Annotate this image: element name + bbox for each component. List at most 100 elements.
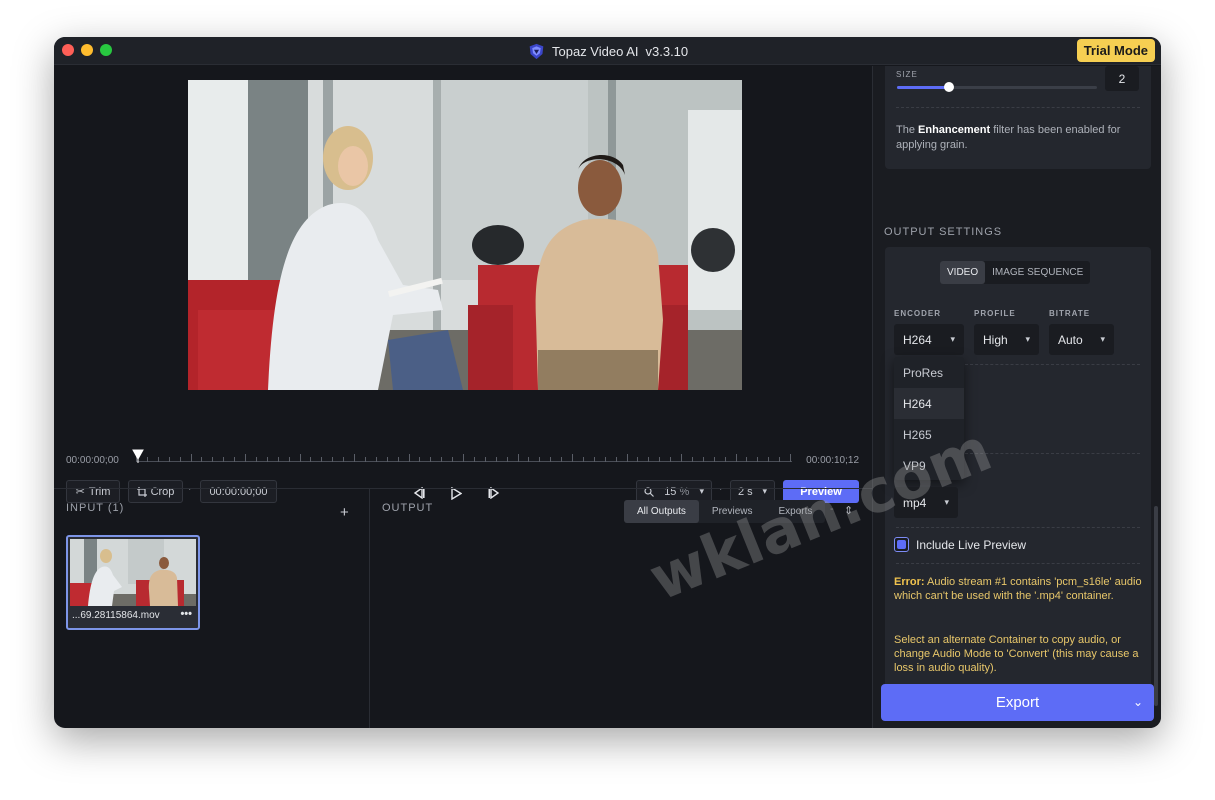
size-label: SIZE	[896, 70, 918, 79]
ruler-tick	[485, 457, 486, 462]
export-button[interactable]: Export ⌄	[881, 684, 1154, 721]
ruler-tick	[147, 457, 148, 462]
input-panel: INPUT (1) + ...69.28115864.mov •••	[54, 489, 369, 728]
ruler-tick	[419, 457, 420, 462]
encoder-option-h265[interactable]: H265	[894, 419, 964, 450]
audio-error-message: Error: Audio stream #1 contains 'pcm_s16…	[894, 575, 1142, 603]
ruler-tick	[594, 457, 595, 462]
card-separator	[965, 364, 1140, 365]
encoder-option-prores[interactable]: ProRes	[894, 357, 964, 388]
input-file-card[interactable]: ...69.28115864.mov •••	[66, 535, 200, 630]
ruler-tick	[169, 457, 170, 462]
input-panel-title: INPUT (1)	[66, 502, 125, 514]
size-slider[interactable]	[897, 82, 1097, 92]
playhead-handle[interactable]	[132, 449, 144, 463]
encoder-option-vp9[interactable]: VP9	[894, 450, 964, 481]
ruler-tick	[452, 457, 453, 462]
tab-previews[interactable]: Previews	[699, 500, 766, 523]
ruler-tick	[539, 457, 540, 462]
container-select[interactable]: mp4 ▾	[894, 487, 958, 518]
minimize-window-button[interactable]	[81, 44, 93, 56]
checkbox-check-mark	[897, 540, 906, 549]
video-frame-image	[188, 80, 742, 390]
window-title: Topaz Video AI v3.3.10	[528, 43, 688, 59]
encoder-option-h264[interactable]: H264	[894, 388, 964, 419]
sort-icon[interactable]: ⇕	[844, 504, 853, 517]
ruler-tick	[670, 457, 671, 462]
bitrate-select[interactable]: Auto ▾	[1049, 324, 1114, 355]
tab-image-sequence[interactable]: IMAGE SEQUENCE	[985, 261, 1090, 284]
output-panel: OUTPUT All Outputs Previews Exports - ⇕	[370, 489, 872, 728]
sidebar-scrollbar[interactable]	[1154, 506, 1158, 706]
topaz-logo-icon	[529, 43, 544, 59]
ruler-tick	[627, 454, 628, 462]
size-slider-knob[interactable]	[944, 82, 954, 92]
trial-mode-badge[interactable]: Trial Mode	[1076, 39, 1155, 62]
ruler-tick	[201, 457, 202, 462]
encoder-value: H264	[903, 332, 932, 347]
bitrate-label: BITRATE	[1049, 309, 1091, 318]
encoder-select[interactable]: H264 ▾	[894, 324, 964, 355]
live-preview-row[interactable]: Include Live Preview	[894, 537, 1026, 552]
input-thumbnail	[70, 539, 196, 606]
zoom-window-button[interactable]	[100, 44, 112, 56]
enhancement-note: The Enhancement filter has been enabled …	[896, 123, 1136, 153]
note-prefix: The	[896, 124, 919, 136]
output-panel-title: OUTPUT	[382, 502, 434, 514]
output-settings-title: OUTPUT SETTINGS	[884, 226, 1003, 238]
output-tabs-separator: -	[830, 503, 834, 515]
bitrate-value: Auto	[1058, 332, 1083, 347]
timeline-start-time: 00:00:00;00	[66, 455, 119, 466]
ruler-tick	[376, 457, 377, 462]
more-options-icon[interactable]: •••	[180, 608, 192, 620]
close-window-button[interactable]	[62, 44, 74, 56]
ruler-tick	[430, 457, 431, 462]
chevron-down-icon[interactable]: ⌄	[1133, 695, 1143, 709]
chevron-down-icon: ▾	[1100, 334, 1105, 344]
card-separator	[965, 453, 1140, 454]
ruler-tick	[583, 457, 584, 462]
ruler-tick	[387, 457, 388, 462]
ruler-tick	[409, 454, 410, 462]
ruler-tick	[746, 457, 747, 462]
ruler-tick	[332, 457, 333, 462]
ruler-tick	[321, 457, 322, 462]
ruler-tick	[310, 457, 311, 462]
ruler-tick	[234, 457, 235, 462]
ruler-tick	[659, 457, 660, 462]
ruler-tick	[725, 457, 726, 462]
video-preview-frame	[188, 80, 742, 390]
note-bold: Enhancement	[918, 124, 991, 136]
ruler-tick	[790, 454, 791, 462]
output-settings-card: VIDEO IMAGE SEQUENCE ENCODER PROFILE BIT…	[885, 247, 1151, 691]
app-name: Topaz Video AI	[552, 43, 639, 59]
tab-exports[interactable]: Exports	[766, 500, 826, 523]
export-label: Export	[995, 694, 1040, 711]
ruler-tick	[158, 457, 159, 462]
ruler-tick	[223, 457, 224, 462]
size-value-field[interactable]: 2	[1105, 66, 1139, 91]
grain-settings-card: SIZE 2 The Enhancement filter has been e…	[885, 66, 1151, 169]
ruler-tick	[245, 454, 246, 462]
output-mode-tabs: VIDEO IMAGE SEQUENCE	[940, 261, 1091, 284]
ruler-tick	[572, 454, 573, 462]
profile-select[interactable]: High ▾	[974, 324, 1039, 355]
ruler-tick	[441, 457, 442, 462]
ruler-tick	[278, 457, 279, 462]
input-file-name: ...69.28115864.mov	[72, 610, 160, 621]
app-window: Topaz Video AI v3.3.10 Trial Mode 00:00:…	[54, 37, 1161, 728]
chevron-down-icon: ▾	[950, 334, 955, 344]
ruler-tick	[637, 457, 638, 462]
add-input-button[interactable]: +	[340, 504, 349, 521]
ruler-tick	[779, 457, 780, 462]
timeline-ruler[interactable]	[136, 451, 792, 471]
ruler-tick	[212, 457, 213, 462]
live-preview-checkbox[interactable]	[894, 537, 909, 552]
tab-video[interactable]: VIDEO	[940, 261, 986, 284]
output-filter-tabs: All Outputs Previews Exports	[624, 500, 826, 523]
card-separator	[896, 107, 1140, 108]
ruler-tick	[703, 457, 704, 462]
error-prefix: Error:	[894, 576, 925, 588]
ruler-tick	[736, 454, 737, 462]
tab-all-outputs[interactable]: All Outputs	[624, 500, 699, 523]
